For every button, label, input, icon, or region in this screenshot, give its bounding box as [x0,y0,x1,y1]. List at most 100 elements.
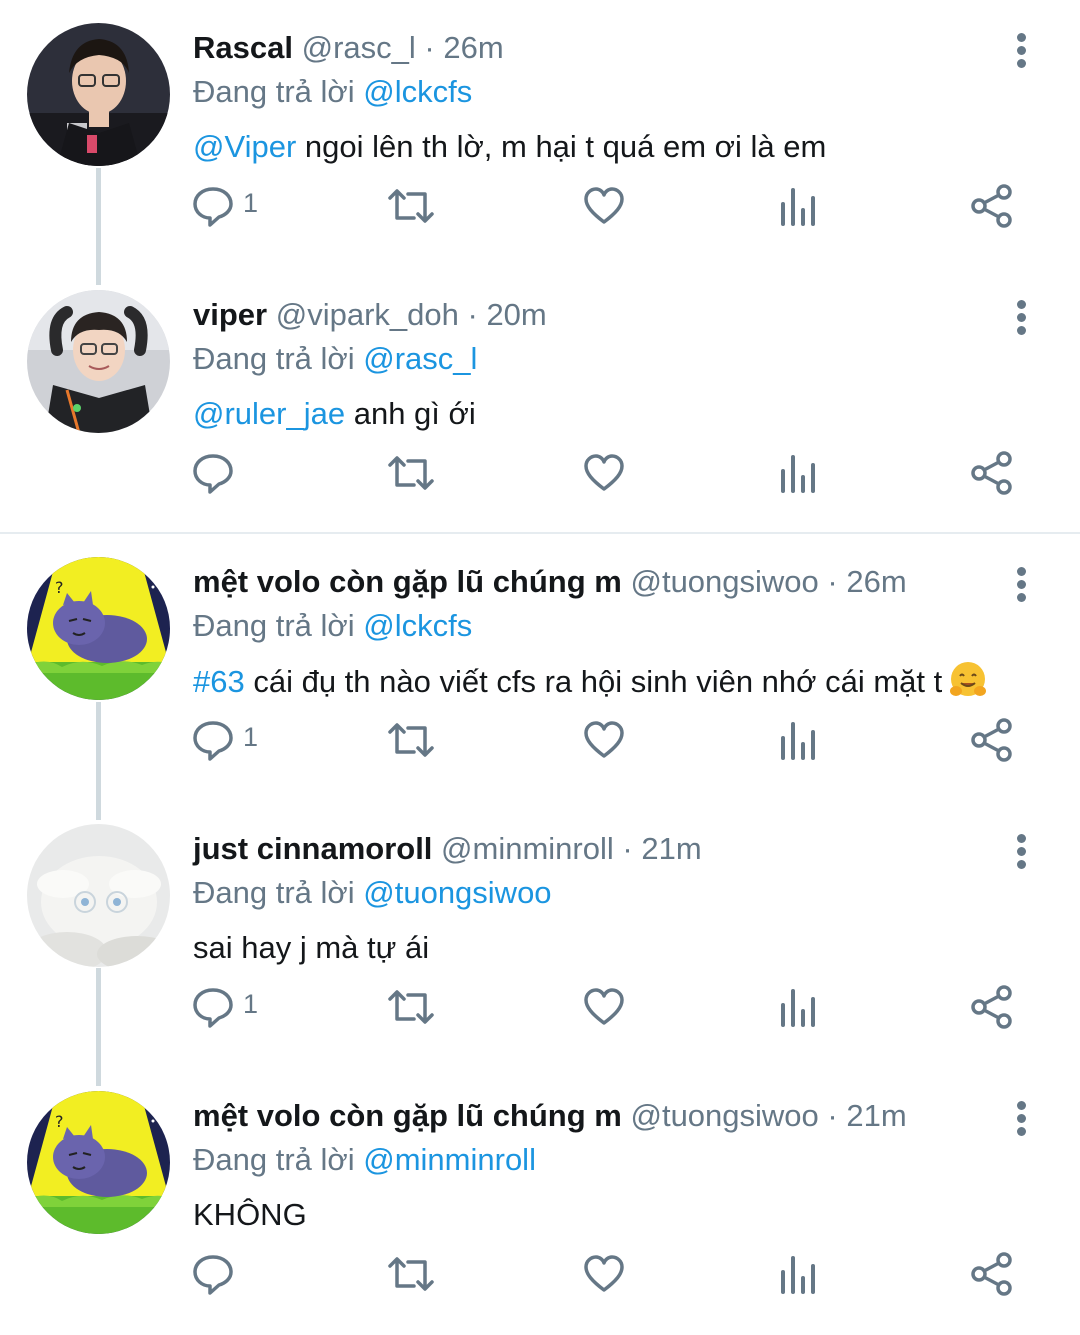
replying-to: Đang trả lời @lckcfs [193,72,472,112]
separator-dot: · [622,831,633,866]
user-handle[interactable]: @rasc_l [302,30,416,65]
reply-button[interactable]: 1 [190,714,280,764]
retweet-button[interactable] [386,714,436,764]
reply-icon [193,454,233,494]
display-name[interactable]: Rascal [193,30,293,65]
tweet-actions: 1 [190,714,1030,764]
replying-to-mention[interactable]: @lckcfs [363,74,472,109]
retweet-button[interactable] [386,180,436,230]
tweet[interactable]: ? mệt volo còn gặp lũ chúng m @tuongsiwo… [0,1068,1080,1335]
analytics-icon [781,188,815,226]
heart-icon [584,721,624,758]
replying-label: Đang trả lời [193,1142,355,1177]
like-button[interactable] [582,981,632,1031]
reply-button[interactable] [190,1248,280,1298]
retweet-icon [388,189,434,223]
more-options-button[interactable] [1003,30,1039,70]
like-button[interactable] [582,1248,632,1298]
more-options-button[interactable] [1003,297,1039,337]
analytics-icon [781,455,815,493]
analytics-button[interactable] [778,1248,822,1298]
reply-icon [193,721,233,761]
replying-label: Đang trả lời [193,341,355,376]
like-button[interactable] [582,180,632,230]
display-name[interactable]: viper [193,297,267,332]
share-icon [971,1252,1012,1296]
more-options-button[interactable] [1003,564,1039,604]
share-button[interactable] [970,180,1018,230]
more-vertical-icon [1003,834,1039,869]
analytics-button[interactable] [778,714,822,764]
body-text: ngoi lên th lờ, m hại t quá em ơi là em [296,129,827,164]
retweet-button[interactable] [386,1248,436,1298]
avatar[interactable] [27,824,170,967]
share-button[interactable] [970,714,1018,764]
retweet-icon [388,723,434,757]
share-button[interactable] [970,981,1018,1031]
retweet-button[interactable] [386,981,436,1031]
body-text: anh gì ới [345,396,476,431]
tweet-text: @Viper ngoi lên th lờ, m hại t quá em ơi… [193,126,826,168]
replying-to-mention[interactable]: @tuongsiwoo [363,875,551,910]
tweet[interactable]: ? mệt volo còn gặp lũ chúng m @tuongsiwo… [0,534,1080,801]
heart-icon [584,187,624,224]
more-vertical-icon [1003,33,1039,68]
timestamp[interactable]: 26m [443,30,503,65]
more-options-button[interactable] [1003,1098,1039,1138]
display-name[interactable]: mệt volo còn gặp lũ chúng m [193,1098,622,1133]
separator-dot: · [827,564,838,599]
replying-to-mention[interactable]: @lckcfs [363,608,472,643]
reply-button[interactable]: 1 [190,180,280,230]
display-name[interactable]: mệt volo còn gặp lũ chúng m [193,564,622,599]
analytics-button[interactable] [778,180,822,230]
reply-button[interactable]: 1 [190,981,280,1031]
display-name[interactable]: just cinnamoroll [193,831,432,866]
tweet[interactable]: Rascal @rasc_l · 26m Đang trả lời @lckcf… [0,0,1080,267]
separator-dot: · [467,297,478,332]
avatar[interactable] [27,23,170,166]
avatar[interactable] [27,290,170,433]
user-handle[interactable]: @tuongsiwoo [630,1098,818,1133]
svg-text:?: ? [55,578,64,597]
heart-icon [584,988,624,1025]
analytics-button[interactable] [778,447,822,497]
share-icon [971,184,1012,228]
tweet-text: sai hay j mà tự ái [193,927,429,969]
body-text: cái đụ th nào viết cfs ra hội sinh viên … [244,664,943,699]
body-mention[interactable]: @Viper [193,129,296,164]
user-handle[interactable]: @vipark_doh [276,297,459,332]
tweet-actions [190,447,1030,497]
like-button[interactable] [582,447,632,497]
analytics-icon [781,1256,815,1294]
replying-to-mention[interactable]: @minminroll [363,1142,536,1177]
body-mention[interactable]: #63 [193,664,245,699]
tweet-text: #63 cái đụ th nào viết cfs ra hội sinh v… [193,660,988,703]
analytics-button[interactable] [778,981,822,1031]
replying-label: Đang trả lời [193,875,355,910]
share-icon [971,718,1012,762]
tweet-text: KHÔNG [193,1194,307,1236]
replying-to: Đang trả lời @lckcfs [193,606,472,646]
timestamp[interactable]: 21m [641,831,701,866]
timestamp[interactable]: 20m [486,297,546,332]
replying-to-mention[interactable]: @rasc_l [363,341,477,376]
retweet-button[interactable] [386,447,436,497]
reply-icon [193,187,233,227]
user-handle[interactable]: @minminroll [441,831,614,866]
timestamp[interactable]: 26m [846,564,906,599]
like-button[interactable] [582,714,632,764]
avatar[interactable]: ? [27,557,170,700]
tweet-header: Rascal @rasc_l · 26m [193,28,504,68]
user-handle[interactable]: @tuongsiwoo [630,564,818,599]
tweet[interactable]: viper @vipark_doh · 20m Đang trả lời @ra… [0,267,1080,534]
share-icon [971,451,1012,495]
tweet[interactable]: just cinnamoroll @minminroll · 21m Đang … [0,801,1080,1068]
body-mention[interactable]: @ruler_jae [193,396,345,431]
avatar[interactable]: ? [27,1091,170,1234]
share-button[interactable] [970,1248,1018,1298]
more-options-button[interactable] [1003,831,1039,871]
timestamp[interactable]: 21m [846,1098,906,1133]
reply-button[interactable] [190,447,280,497]
share-button[interactable] [970,447,1018,497]
share-icon [971,985,1012,1029]
